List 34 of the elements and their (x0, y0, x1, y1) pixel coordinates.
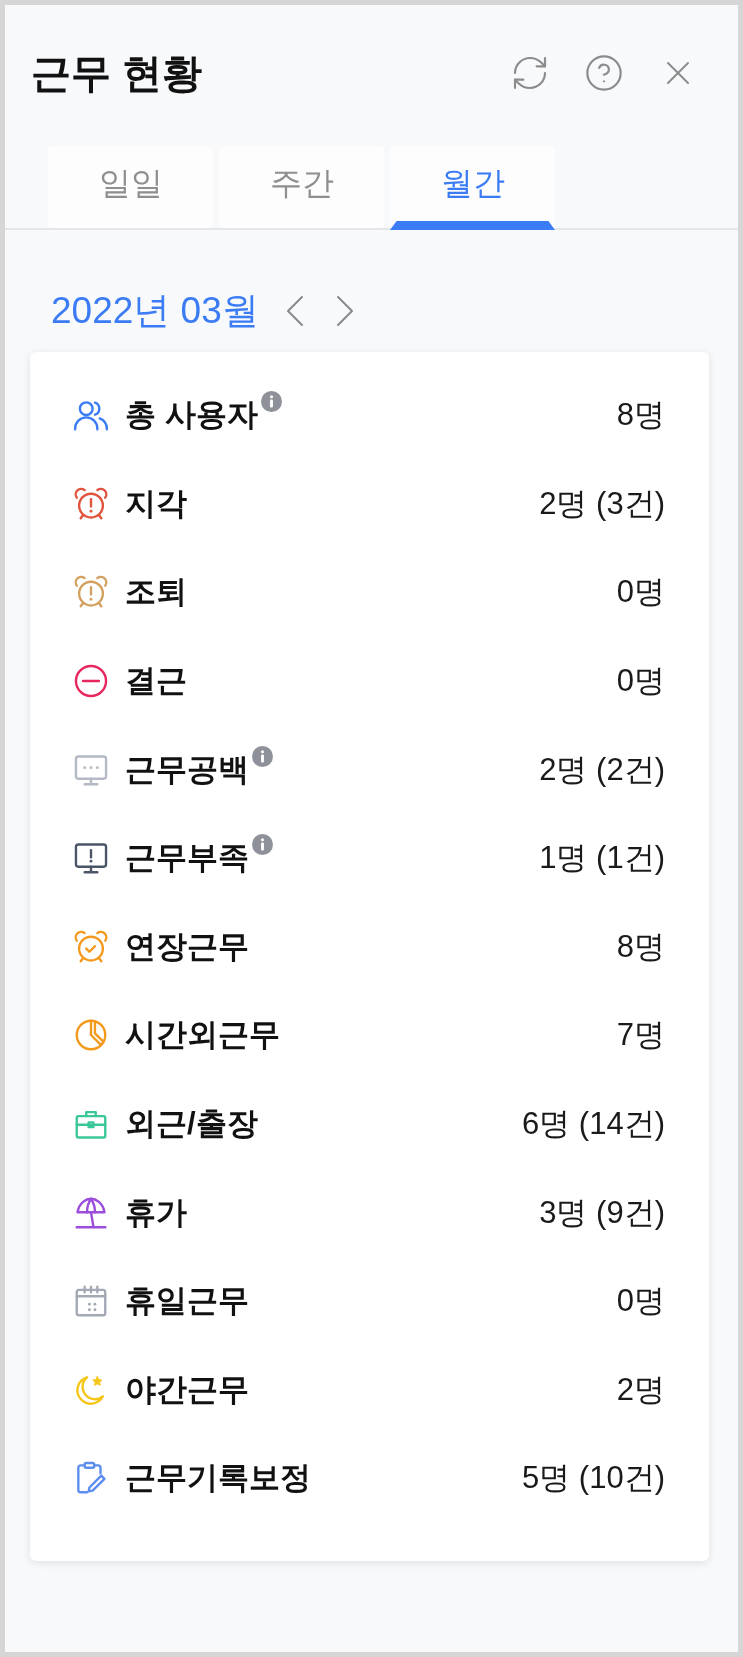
stat-value: 2명 (3건) (539, 485, 665, 522)
stat-value: 0명 (616, 1283, 665, 1320)
period-tab[interactable]: 월간 (390, 146, 555, 228)
stat-value: 1명 (1건) (539, 840, 665, 877)
stat-label: 휴일근무 (125, 1283, 249, 1320)
period-tab[interactable]: 일일 (48, 146, 213, 228)
stat-label: 근무부족 (125, 840, 249, 877)
stat-value: 2명 (616, 1371, 665, 1408)
stat-label: 조퇴 (125, 574, 187, 611)
chevron-left-icon[interactable] (284, 295, 305, 327)
stat-value: 0명 (616, 574, 665, 611)
period-label: 2022년 03월 (51, 290, 259, 332)
stat-label: 야간근무 (125, 1371, 249, 1408)
period-tab[interactable]: 주간 (219, 146, 384, 228)
stat-label: 결근 (125, 663, 187, 700)
stat-value: 5명 (10건) (522, 1460, 665, 1497)
stat-label: 시간외근무 (125, 1017, 280, 1054)
chevron-right-icon[interactable] (334, 295, 355, 327)
help-icon[interactable] (584, 53, 624, 93)
stat-label: 외근/출장 (125, 1106, 258, 1143)
stat-label: 지각 (125, 485, 187, 522)
stat-label: 근무기록보정 (125, 1460, 311, 1497)
panel-title: 근무 현황 (31, 50, 203, 97)
stat-value: 2명 (2건) (539, 751, 665, 788)
stat-label: 휴가 (125, 1194, 187, 1231)
stat-value: 7명 (616, 1017, 665, 1054)
stat-value: 0명 (616, 663, 665, 700)
stat-value: 6명 (14건) (522, 1106, 665, 1143)
stat-value: 8명 (616, 397, 665, 434)
stat-label: 연장근무 (125, 928, 249, 965)
stat-label: 근무공백 (125, 751, 249, 788)
stat-value: 3명 (9건) (539, 1194, 665, 1231)
stat-value: 8명 (616, 928, 665, 965)
stat-label: 총 사용자 (125, 397, 258, 434)
